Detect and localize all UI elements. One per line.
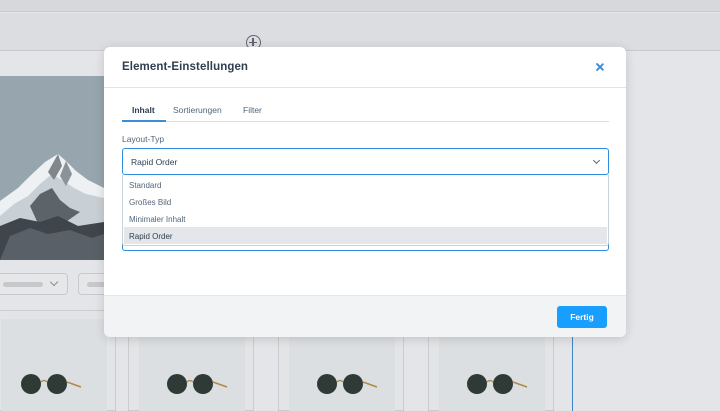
modal-header: Element-Einstellungen xyxy=(104,47,626,88)
tab-bar: Inhalt Sortierungen Filter xyxy=(122,103,609,122)
background-select xyxy=(0,273,68,295)
option-rapid-order[interactable]: Rapid Order xyxy=(124,227,607,244)
sunglasses-image xyxy=(467,374,528,394)
option-minimal-content[interactable]: Minimaler Inhalt xyxy=(124,210,607,227)
editor-top-bar xyxy=(0,0,720,12)
modal-title: Element-Einstellungen xyxy=(122,61,249,73)
sunglasses-image xyxy=(21,374,82,394)
layout-type-value: Rapid Order xyxy=(131,157,178,167)
close-icon[interactable] xyxy=(594,61,606,73)
modal-footer: Fertig xyxy=(104,295,626,337)
active-tab-indicator xyxy=(122,120,166,122)
layout-type-dropdown: Standard Großes Bild Minimaler Inhalt Ra… xyxy=(122,175,609,246)
layout-type-label: Layout-Typ xyxy=(122,134,165,144)
editor-toolbar xyxy=(0,13,720,51)
tab-sorting[interactable]: Sortierungen xyxy=(173,105,222,115)
mountain-image xyxy=(0,76,104,260)
chevron-down-icon xyxy=(592,156,601,165)
option-large-image[interactable]: Großes Bild xyxy=(124,193,607,210)
layout-type-select[interactable]: Rapid Order xyxy=(122,148,609,175)
sunglasses-image xyxy=(167,374,228,394)
option-standard[interactable]: Standard xyxy=(124,176,607,193)
tab-filter[interactable]: Filter xyxy=(243,105,262,115)
sunglasses-image xyxy=(317,374,378,394)
tab-content[interactable]: Inhalt xyxy=(132,105,155,115)
done-button[interactable]: Fertig xyxy=(557,306,607,328)
selection-outline xyxy=(572,335,573,411)
element-settings-modal: Element-Einstellungen Inhalt Sortierunge… xyxy=(104,47,626,337)
product-card xyxy=(0,310,116,411)
